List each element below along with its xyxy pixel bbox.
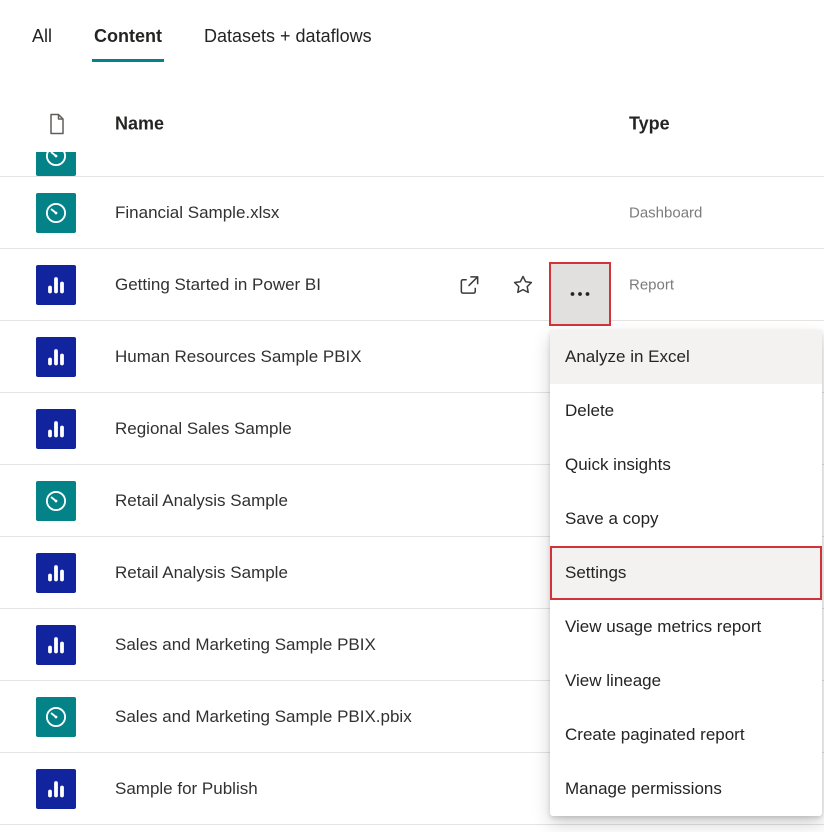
more-options-highlight-box <box>549 262 611 326</box>
table-row[interactable]: Financial Sample.xlsx Dashboard <box>0 177 824 249</box>
item-name[interactable]: Retail Analysis Sample <box>115 491 288 511</box>
tab-all[interactable]: All <box>30 26 54 62</box>
item-name[interactable]: Human Resources Sample PBIX <box>115 347 362 367</box>
item-name[interactable]: Sales and Marketing Sample PBIX <box>115 635 376 655</box>
name-column-header[interactable]: Name <box>115 114 164 135</box>
report-icon <box>36 553 76 593</box>
menu-item-settings[interactable]: Settings <box>550 546 822 600</box>
table-header: Name Type <box>0 96 824 152</box>
more-options-button[interactable] <box>551 264 609 324</box>
report-icon <box>36 769 76 809</box>
dashboard-icon <box>36 152 76 176</box>
dashboard-icon <box>36 193 76 233</box>
item-name[interactable]: Sample for Publish <box>115 779 258 799</box>
report-icon <box>36 625 76 665</box>
menu-item-save-a-copy[interactable]: Save a copy <box>550 492 822 546</box>
context-menu: Analyze in ExcelDeleteQuick insightsSave… <box>550 330 822 816</box>
item-name[interactable]: Financial Sample.xlsx <box>115 203 279 223</box>
item-name[interactable]: Regional Sales Sample <box>115 419 292 439</box>
report-icon <box>36 265 76 305</box>
table-row[interactable] <box>0 152 824 177</box>
share-icon[interactable] <box>458 273 481 296</box>
menu-item-view-lineage[interactable]: View lineage <box>550 654 822 708</box>
dashboard-icon <box>36 481 76 521</box>
file-icon <box>48 113 66 135</box>
menu-item-view-usage-metrics-report[interactable]: View usage metrics report <box>550 600 822 654</box>
report-icon <box>36 409 76 449</box>
menu-item-quick-insights[interactable]: Quick insights <box>550 438 822 492</box>
item-name[interactable]: Retail Analysis Sample <box>115 563 288 583</box>
menu-item-create-paginated-report[interactable]: Create paginated report <box>550 708 822 762</box>
item-name[interactable]: Getting Started in Power BI <box>115 275 321 295</box>
type-column-header[interactable]: Type <box>629 114 670 135</box>
report-icon <box>36 337 76 377</box>
tab-datasets-dataflows[interactable]: Datasets + dataflows <box>202 26 374 62</box>
tab-content[interactable]: Content <box>92 26 164 62</box>
tab-bar: All Content Datasets + dataflows <box>0 0 824 62</box>
item-type: Report <box>629 276 674 293</box>
favorite-star-icon[interactable] <box>511 273 535 297</box>
item-name[interactable]: Sales and Marketing Sample PBIX.pbix <box>115 707 412 727</box>
dashboard-icon <box>36 697 76 737</box>
menu-item-delete[interactable]: Delete <box>550 384 822 438</box>
menu-item-analyze-in-excel[interactable]: Analyze in Excel <box>550 330 822 384</box>
item-type: Dashboard <box>629 204 702 221</box>
table-row[interactable]: Getting Started in Power BI Report <box>0 249 824 321</box>
menu-item-manage-permissions[interactable]: Manage permissions <box>550 762 822 816</box>
